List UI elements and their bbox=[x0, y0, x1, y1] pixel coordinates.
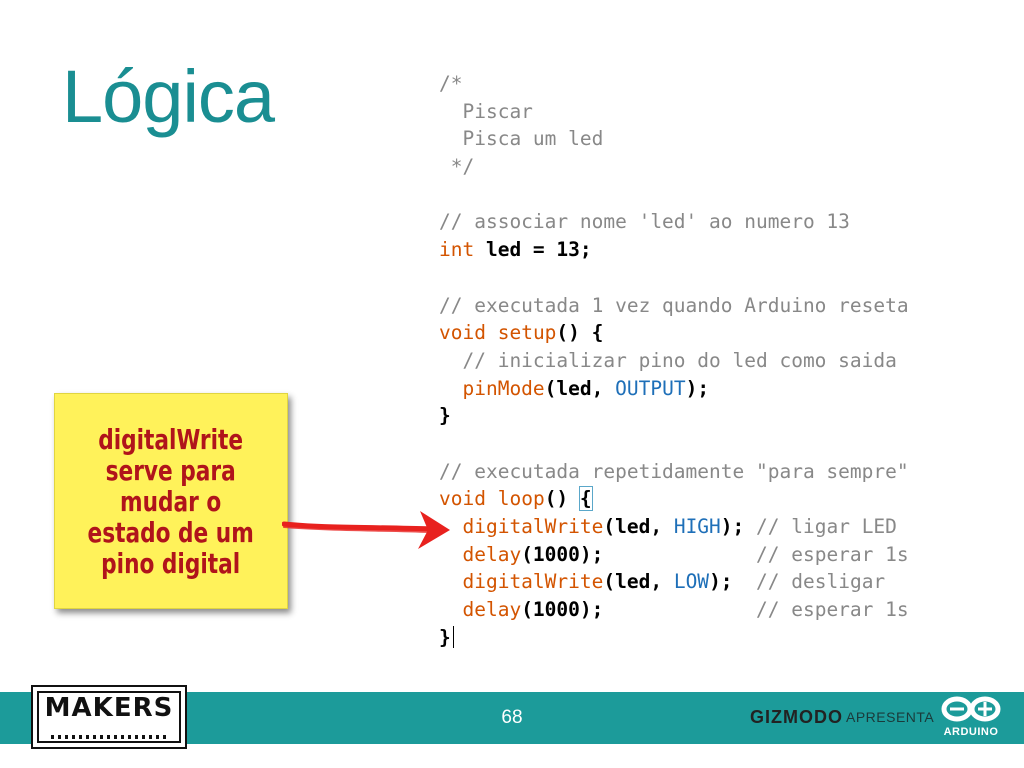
code-token: (led, bbox=[603, 570, 674, 594]
code-token: Pisca um led bbox=[439, 127, 604, 151]
sticky-note-line: serve para bbox=[105, 453, 237, 487]
sticky-note-line: pino digital bbox=[101, 546, 241, 580]
code-line: // executada 1 vez quando Arduino reseta bbox=[439, 292, 909, 320]
makers-logo-text: MAKERS bbox=[44, 693, 174, 723]
code-token: // desligar bbox=[756, 570, 886, 594]
code-line: int led = 13; bbox=[439, 236, 909, 264]
code-token: () bbox=[544, 487, 580, 511]
code-token: // associar nome 'led' ao numero 13 bbox=[439, 210, 850, 234]
page-number: 68 bbox=[501, 707, 523, 728]
code-token: digitalWrite bbox=[462, 570, 604, 594]
code-line: delay(1000); // esperar 1s bbox=[439, 541, 909, 569]
code-token: void bbox=[439, 321, 486, 345]
code-token: } bbox=[439, 625, 451, 649]
apresenta-label: APRESENTA bbox=[846, 709, 935, 725]
code-line: void setup() { bbox=[439, 319, 909, 347]
code-line: // associar nome 'led' ao numero 13 bbox=[439, 208, 909, 236]
code-token: (led, bbox=[544, 376, 616, 400]
code-line: // executada repetidamente "para sempre" bbox=[439, 458, 909, 486]
makers-logo: MAKERS bbox=[31, 685, 187, 749]
code-token: int bbox=[439, 238, 475, 262]
code-line: delay(1000); // esperar 1s bbox=[439, 596, 909, 624]
code-token: OUTPUT bbox=[615, 376, 686, 400]
code-token: } bbox=[439, 404, 451, 428]
code-line: } bbox=[439, 624, 909, 652]
code-token: (1000); bbox=[521, 542, 756, 566]
code-token: pinMode bbox=[462, 376, 545, 400]
code-token: ); bbox=[685, 376, 710, 400]
code-token: // ligar LED bbox=[756, 515, 897, 538]
code-token: HIGH bbox=[673, 515, 721, 538]
code-token: LOW bbox=[673, 570, 710, 594]
code-token: (1000); bbox=[521, 598, 756, 622]
red-arrow-icon bbox=[282, 511, 450, 549]
code-token: () { bbox=[556, 321, 604, 345]
code-token: /* bbox=[439, 72, 463, 95]
sticky-note-line: mudar o bbox=[120, 484, 222, 518]
slide-title: Lógica bbox=[62, 55, 275, 138]
code-token: digitalWrite bbox=[462, 515, 604, 538]
code-line: digitalWrite(led, LOW); // desligar bbox=[439, 568, 909, 596]
code-token: // inicializar pino do led como saida bbox=[439, 348, 897, 372]
code-token: loop bbox=[497, 487, 545, 511]
code-token: Piscar bbox=[439, 99, 533, 123]
code-line: pinMode(led, OUTPUT); bbox=[439, 375, 909, 403]
code-line: } bbox=[439, 402, 909, 430]
sticky-note-line: estado de um bbox=[87, 515, 255, 549]
code-token: ); bbox=[720, 515, 757, 538]
slide: Lógica /* Piscar Pisca um led */ // assoc… bbox=[0, 0, 1024, 768]
code-line: Piscar bbox=[439, 98, 909, 126]
code-line: */ bbox=[439, 153, 909, 181]
code-token: // executada 1 vez quando Arduino reseta bbox=[439, 293, 909, 317]
sticky-note: digitalWrite serve para mudar o estado de u… bbox=[54, 393, 288, 609]
code-token: // esperar 1s bbox=[756, 542, 909, 566]
code-token: // esperar 1s bbox=[756, 598, 909, 622]
code-token: led = 13; bbox=[474, 238, 592, 262]
code-line: /* bbox=[439, 70, 909, 98]
code-token: delay bbox=[462, 542, 522, 566]
code-line: digitalWrite(led, HIGH); // ligar LED bbox=[439, 513, 909, 541]
text-caret bbox=[452, 625, 454, 648]
gizmodo-logo: GIZMODO bbox=[750, 707, 843, 727]
code-token: delay bbox=[462, 598, 522, 622]
code-line: // inicializar pino do led como saida bbox=[439, 347, 909, 375]
code-block: /* Piscar Pisca um led */ // associar nom… bbox=[439, 70, 909, 651]
code-token: (led, bbox=[603, 515, 674, 538]
sticky-note-line: digitalWrite bbox=[98, 422, 244, 456]
code-token: setup bbox=[497, 321, 557, 345]
code-token: { bbox=[578, 486, 593, 512]
code-token: */ bbox=[439, 155, 475, 179]
arduino-logo-text: ARDUINO bbox=[943, 726, 999, 738]
code-token: // executada repetidamente "para sempre" bbox=[439, 459, 909, 483]
code-token: ); bbox=[709, 570, 757, 594]
code-line: Pisca um led bbox=[439, 125, 909, 153]
sticky-note-text: digitalWrite serve para mudar o estado de u… bbox=[81, 414, 261, 589]
code-line: void loop() { bbox=[439, 485, 909, 513]
